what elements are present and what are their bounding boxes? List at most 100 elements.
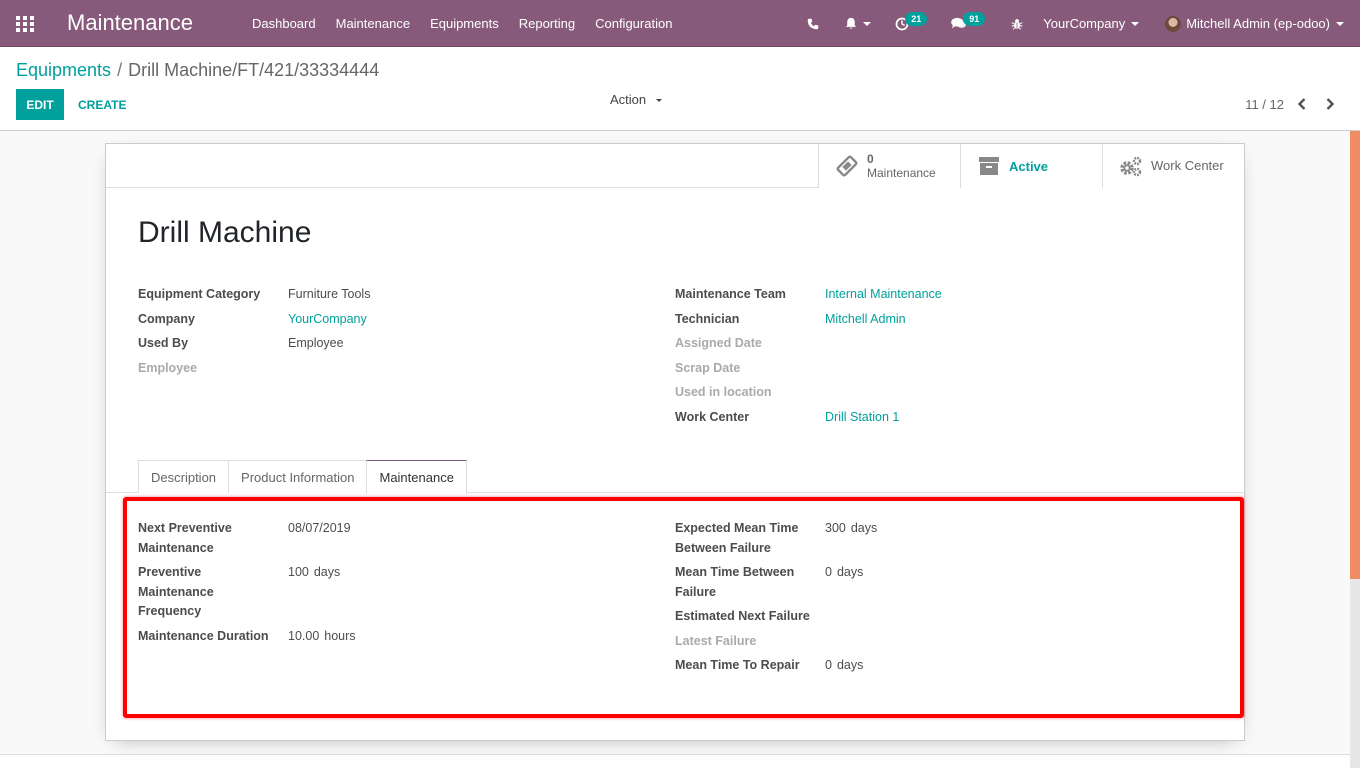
field-company: Company YourCompany xyxy=(138,309,370,334)
field-next-preventive-maintenance: Next Preventive Maintenance 08/07/2019 xyxy=(138,519,356,563)
field-work-center: Work Center Drill Station 1 xyxy=(675,407,942,432)
tab-maintenance[interactable]: Maintenance xyxy=(366,460,467,494)
field-assigned-date: Assigned Date xyxy=(675,333,942,358)
menu-equipments[interactable]: Equipments xyxy=(420,16,509,31)
user-menu[interactable]: Mitchell Admin (ep-odoo) xyxy=(1165,15,1344,32)
tab-product-information[interactable]: Product Information xyxy=(228,460,368,493)
caret-down-icon xyxy=(1336,21,1344,26)
field-value: 300 xyxy=(825,521,846,535)
field-scrap-date: Scrap Date xyxy=(675,358,942,383)
field-value: 100 xyxy=(288,565,309,579)
create-button[interactable]: CREATE xyxy=(70,89,134,120)
tab-description[interactable]: Description xyxy=(138,460,230,493)
field-expected-mtbf: Expected Mean Time Between Failure 300 d… xyxy=(675,519,877,563)
field-label: Work Center xyxy=(675,409,750,424)
maintenance-team-link[interactable]: Internal Maintenance xyxy=(825,284,942,304)
field-maintenance-team: Maintenance Team Internal Maintenance xyxy=(675,284,942,309)
work-center-label: Work Center xyxy=(1151,158,1224,173)
menu-reporting[interactable]: Reporting xyxy=(509,16,585,31)
field-label: Used in location xyxy=(675,385,772,399)
field-unit: days xyxy=(850,521,878,535)
menu-configuration[interactable]: Configuration xyxy=(585,16,682,31)
field-maintenance-duration: Maintenance Duration 10.00 hours xyxy=(138,627,356,651)
phone-button[interactable] xyxy=(807,18,819,30)
field-label: Equipment Category xyxy=(138,287,261,301)
control-panel: Equipments / Drill Machine/FT/421/33334444… xyxy=(0,47,1360,131)
phone-icon xyxy=(808,18,819,29)
messages-button[interactable]: 91 xyxy=(951,11,989,31)
maintenance-count: 0 xyxy=(867,152,874,166)
scrollbar-thumb[interactable] xyxy=(1350,131,1360,579)
work-center-link[interactable]: Drill Station 1 xyxy=(825,407,899,427)
notifications-button[interactable] xyxy=(845,17,872,30)
pager: 11 / 12 xyxy=(1245,96,1340,112)
field-value: Furniture Tools xyxy=(288,287,371,301)
technician-link[interactable]: Mitchell Admin xyxy=(825,309,906,329)
maintenance-count-button[interactable]: 0 Maintenance xyxy=(818,144,960,188)
chevron-left-icon xyxy=(1297,98,1306,110)
field-preventive-maintenance-frequency: Preventive Maintenance Frequency 100 day… xyxy=(138,563,356,627)
right-field-group: Maintenance Team Internal Maintenance Te… xyxy=(675,284,942,431)
field-equipment-category: Equipment Category Furniture Tools xyxy=(138,284,370,309)
field-unit: hours xyxy=(324,629,356,643)
breadcrumb-current: Drill Machine/FT/421/33334444 xyxy=(128,60,380,80)
field-label: Maintenance Duration xyxy=(138,629,269,643)
breadcrumb-equipments[interactable]: Equipments xyxy=(16,60,111,80)
edit-button[interactable]: EDIT xyxy=(16,89,64,120)
form-sheet: 0 Maintenance Active Work Center Drill M… xyxy=(105,143,1245,741)
field-estimated-next-failure: Estimated Next Failure xyxy=(675,607,877,632)
field-label: Latest Failure xyxy=(675,634,757,648)
user-name: Mitchell Admin (ep-odoo) xyxy=(1186,16,1330,31)
smart-button-box: 0 Maintenance Active Work Center xyxy=(818,144,1244,188)
bottom-strip xyxy=(0,754,1350,768)
action-label: Action xyxy=(610,92,647,107)
ticket-icon xyxy=(835,154,859,178)
app-title: Maintenance xyxy=(67,10,193,35)
menu-maintenance[interactable]: Maintenance xyxy=(326,16,420,31)
field-label: Company xyxy=(138,311,195,326)
field-unit: days xyxy=(836,658,864,672)
pager-next-button[interactable] xyxy=(1320,96,1340,112)
field-technician: Technician Mitchell Admin xyxy=(675,309,942,334)
active-toggle-button[interactable]: Active xyxy=(960,144,1102,188)
field-used-by: Used By Employee xyxy=(138,333,370,358)
action-dropdown[interactable]: Action xyxy=(610,92,662,107)
field-label: Scrap Date xyxy=(675,360,741,375)
field-value: 10.00 xyxy=(288,629,320,643)
debug-button[interactable] xyxy=(1011,18,1023,30)
field-employee: Employee xyxy=(138,358,370,383)
vertical-scrollbar[interactable] xyxy=(1350,131,1360,768)
record-title: Drill Machine xyxy=(138,216,312,249)
field-label: Maintenance Team xyxy=(675,287,786,301)
field-mtbf: Mean Time Between Failure 0 days xyxy=(675,563,877,607)
field-unit: days xyxy=(836,565,864,579)
breadcrumb: Equipments / Drill Machine/FT/421/33334444 xyxy=(16,60,379,81)
pager-value[interactable]: 11 / 12 xyxy=(1245,97,1284,112)
field-label: Estimated Next Failure xyxy=(675,609,810,623)
field-label: Preventive Maintenance Frequency xyxy=(138,565,214,618)
field-label: Next Preventive Maintenance xyxy=(138,521,232,555)
menu-dashboard[interactable]: Dashboard xyxy=(242,16,326,31)
company-link[interactable]: YourCompany xyxy=(288,309,367,329)
field-value: 08/07/2019 xyxy=(288,521,351,535)
maintenance-right-group: Expected Mean Time Between Failure 300 d… xyxy=(675,519,877,680)
field-value: 0 xyxy=(825,565,832,579)
field-unit: days xyxy=(313,565,341,579)
field-value: 0 xyxy=(825,658,832,672)
company-switcher[interactable]: YourCompany xyxy=(1043,16,1140,31)
notebook-tabs: Description Product Information Maintena… xyxy=(138,460,467,494)
field-used-in-location: Used in location xyxy=(675,382,942,407)
messages-count-badge: 91 xyxy=(963,11,986,26)
bell-icon xyxy=(846,17,857,29)
field-value: Employee xyxy=(288,336,344,350)
apps-menu-icon[interactable] xyxy=(16,16,34,32)
work-center-button[interactable]: Work Center xyxy=(1102,144,1244,188)
breadcrumb-separator: / xyxy=(117,60,123,80)
systray: 21 91 YourCompany Mitchell Admin (ep-odo… xyxy=(807,0,1360,47)
maintenance-count-label: Maintenance xyxy=(867,166,936,180)
field-label: Used By xyxy=(138,336,189,350)
company-name: YourCompany xyxy=(1043,16,1126,31)
activities-button[interactable]: 21 xyxy=(895,11,931,31)
pager-previous-button[interactable] xyxy=(1292,96,1312,112)
field-label: Mean Time Between Failure xyxy=(675,565,795,599)
